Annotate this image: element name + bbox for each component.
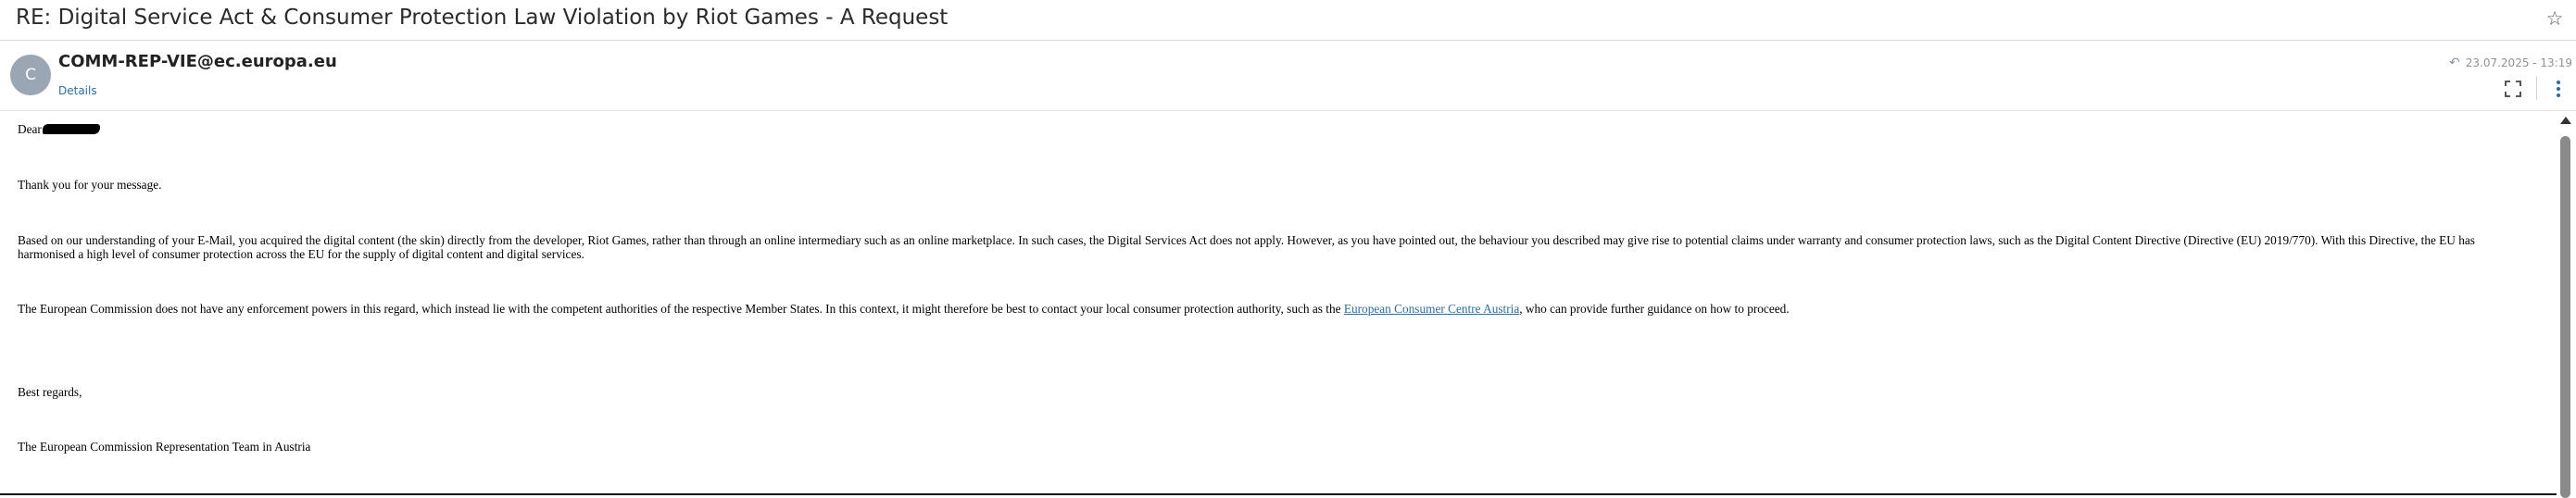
scrollbar-thumb[interactable] <box>2560 136 2570 498</box>
paragraph-3: The European Commission does not have an… <box>18 302 1790 316</box>
details-link[interactable]: Details <box>58 84 97 97</box>
greeting: Dear <box>18 122 42 136</box>
signature: The European Commission Representation T… <box>18 440 311 454</box>
expand-icon[interactable] <box>2504 80 2522 98</box>
subject-bar: RE: Digital Service Act & Consumer Prote… <box>0 0 2576 41</box>
message-date: 23.07.2025 - 13:19 <box>2465 56 2572 69</box>
paragraph-2: Based on our understanding of your E-Mai… <box>18 233 2475 261</box>
email-subject: RE: Digital Service Act & Consumer Prote… <box>16 6 949 30</box>
header-divider <box>2536 76 2537 100</box>
bottom-border <box>0 493 2557 495</box>
sender-address[interactable]: COMM-REP-VIE@ec.europa.eu <box>58 52 337 71</box>
paragraph-3-text-end: , who can provide further guidance on ho… <box>1519 302 1790 316</box>
avatar: C <box>10 55 51 95</box>
paragraph-3-text-start: The European Commission does not have an… <box>18 302 1344 316</box>
reply-icon: ↶ <box>2449 56 2460 70</box>
scrollbar[interactable] <box>2556 113 2576 498</box>
message-header: C COMM-REP-VIE@ec.europa.eu Details ↶ 23.… <box>0 42 2576 111</box>
kebab-menu-icon[interactable] <box>2552 80 2565 98</box>
paragraph-1: Thank you for your message. <box>18 178 162 192</box>
star-icon[interactable]: ☆ <box>2545 8 2565 29</box>
message-meta: ↶ 23.07.2025 - 13:19 <box>2449 56 2572 70</box>
greeting-line: Dear <box>18 122 100 136</box>
redacted-name <box>42 124 100 134</box>
closing: Best regards, <box>18 385 82 399</box>
consumer-centre-link[interactable]: European Consumer Centre Austria <box>1344 302 1519 316</box>
scroll-up-arrow-icon[interactable] <box>2560 117 2571 124</box>
